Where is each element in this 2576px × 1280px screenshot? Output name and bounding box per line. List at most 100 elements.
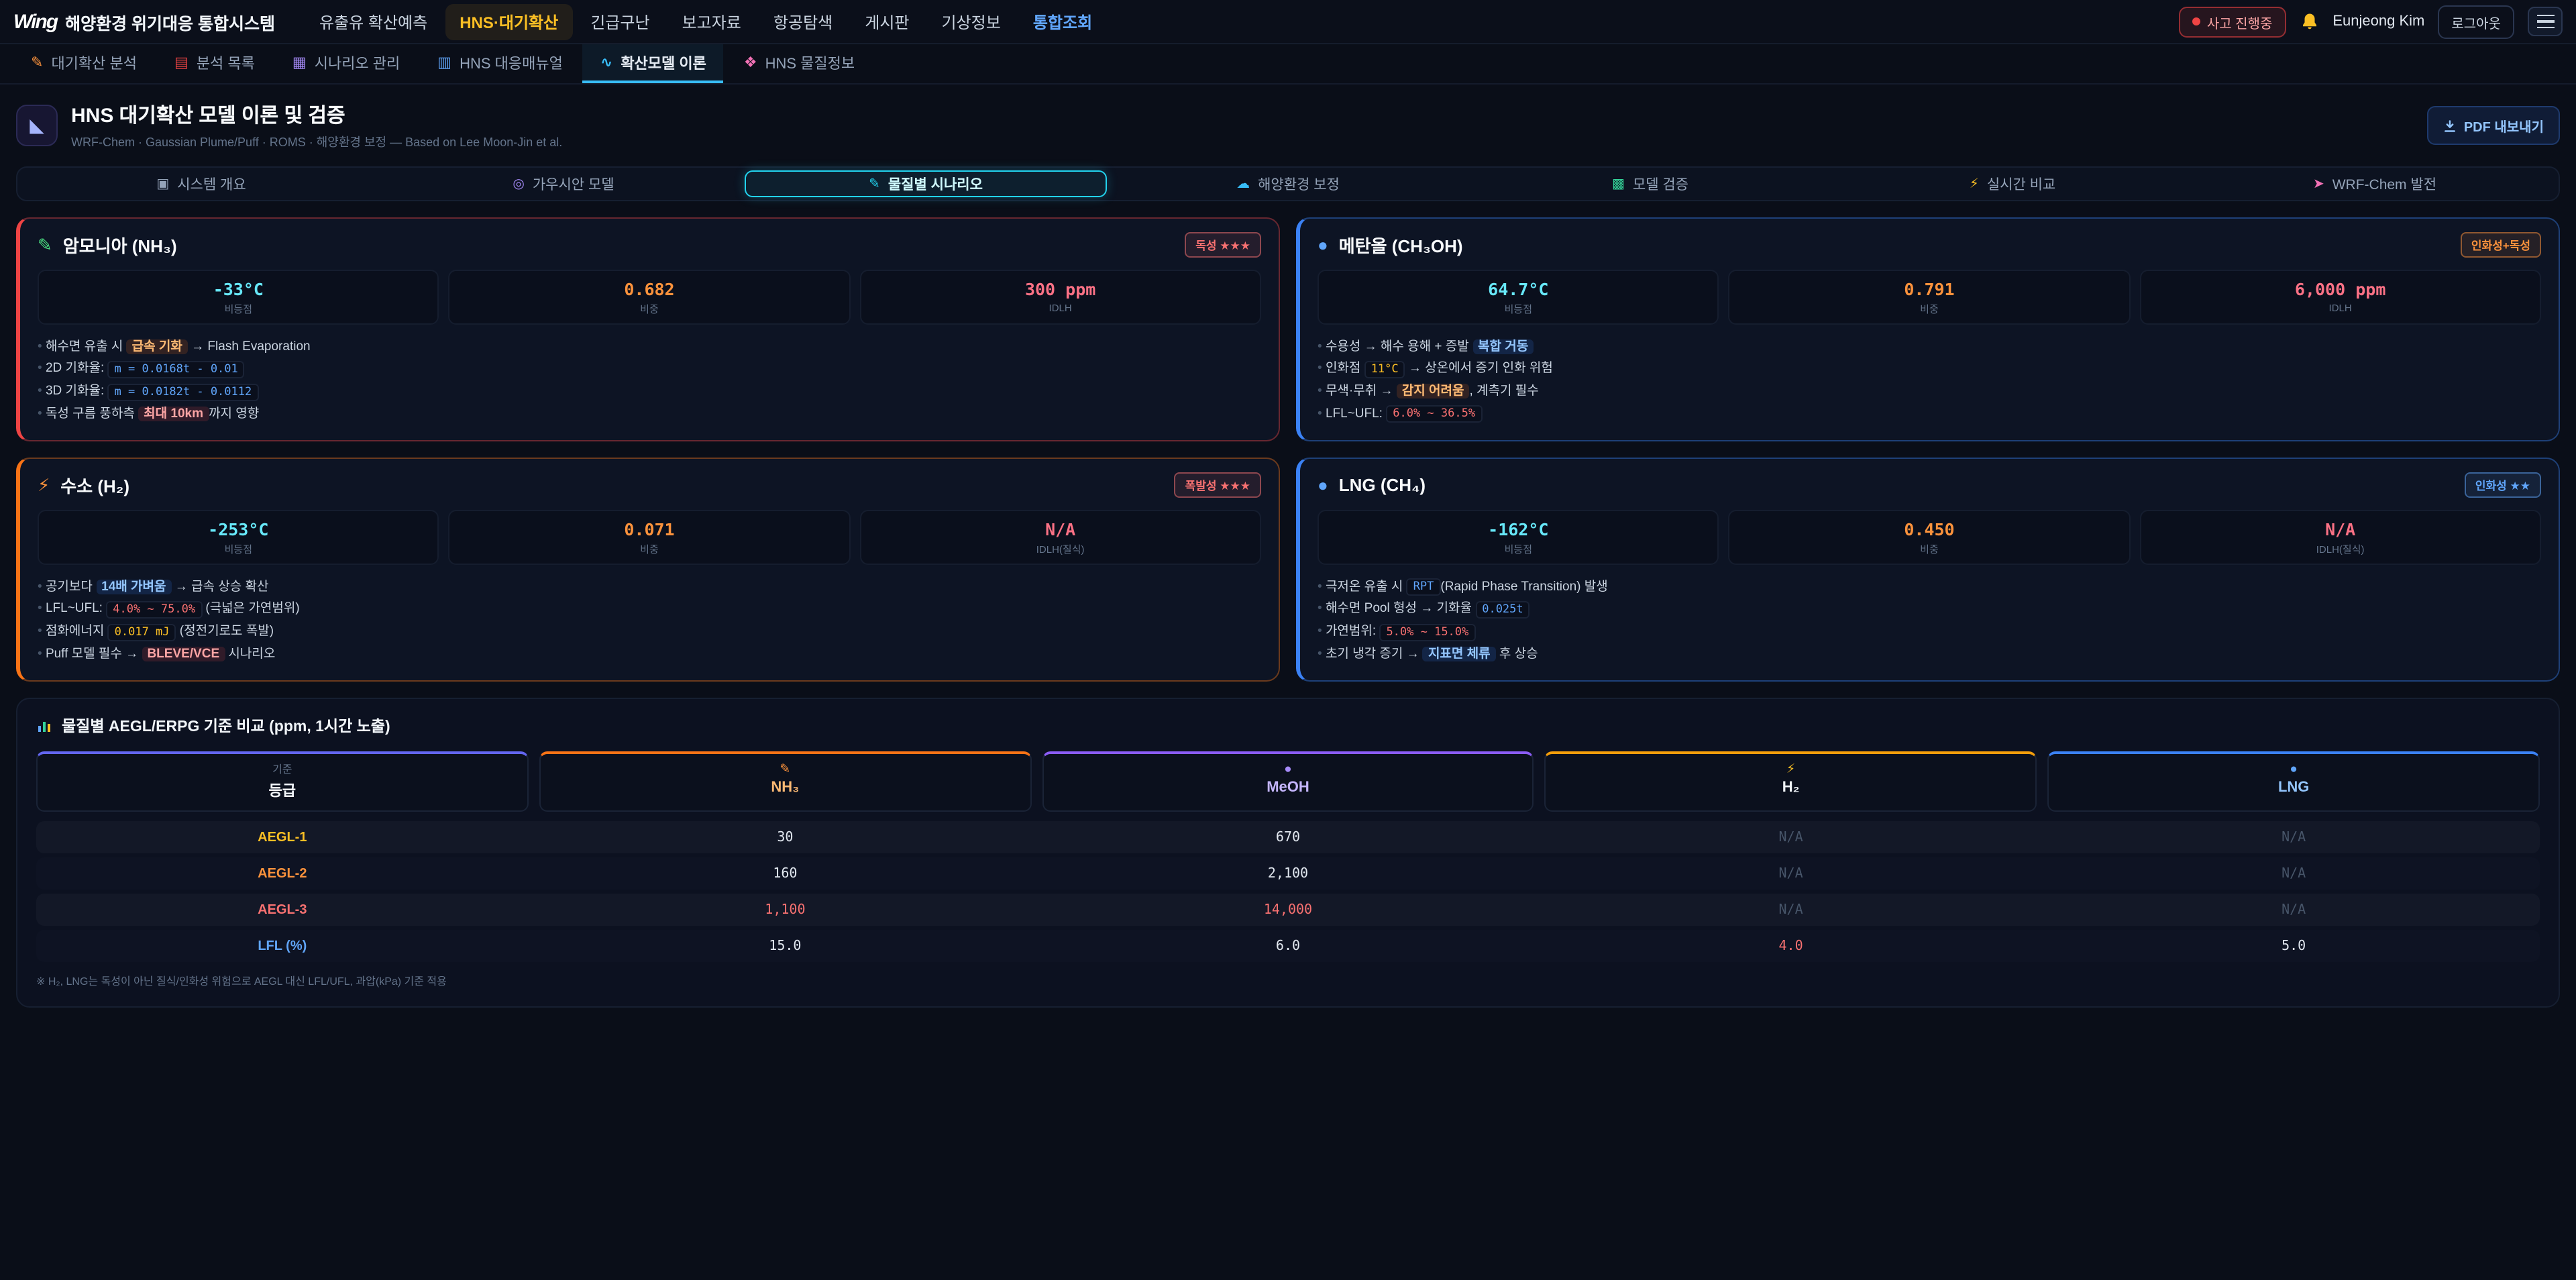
stat-label: IDLH	[2146, 302, 2534, 314]
subnav-tab-대기확산 분석[interactable]: ✎대기확산 분석	[13, 44, 154, 83]
section-tab-모델 검증[interactable]: ▩모델 검증	[1469, 170, 1831, 197]
section-tab-물질별 시나리오[interactable]: ✎물질별 시나리오	[745, 170, 1107, 197]
section-tab-실시간 비교[interactable]: ⚡실시간 비교	[1831, 170, 2194, 197]
bullet-item: 점화에너지 0.017 mJ (정전기로도 폭발)	[38, 621, 1261, 643]
stat-label: IDLH(질식)	[866, 542, 1254, 557]
brand[interactable]: Wing 해양환경 위기대응 통합시스템	[13, 9, 275, 34]
table-cell: N/A	[1545, 830, 2037, 845]
subnav-tab-icon: ❖	[744, 54, 757, 71]
pdf-export-button[interactable]: PDF 내보내기	[2428, 106, 2560, 145]
table-cell: 5.0	[2047, 939, 2540, 953]
nav-item-보고자료[interactable]: 보고자료	[667, 3, 756, 40]
bullet-item: 수용성 → 해수 용해 + 증발 복합 거동	[1318, 335, 2541, 358]
subnav-tab-HNS 물질정보[interactable]: ❖HNS 물질정보	[727, 44, 872, 83]
hamburger-menu-icon[interactable]	[2528, 7, 2563, 36]
nav-item-유출유 확산예측[interactable]: 유출유 확산예측	[305, 3, 442, 40]
stat-box: 64.7°C비등점	[1318, 270, 1719, 325]
property-bullets: 극저온 유출 시 RPT(Rapid Phase Transition) 발생해…	[1318, 576, 2541, 665]
stat-value: N/A	[2146, 519, 2534, 539]
section-tab-label: 가우시안 모델	[533, 174, 614, 194]
logout-button[interactable]: 로그아웃	[2438, 5, 2514, 38]
table-column-header-NH₃: ✎NH₃	[539, 751, 1032, 812]
section-tab-bar: ▣시스템 개요 ◎ 가우시안 모델 ✎물질별 시나리오☁해양환경 보정▩모델 검증⚡실…	[16, 166, 2560, 201]
bullet-item: 해수면 Pool 형성 → 기화율 0.025t	[1318, 598, 2541, 621]
section-tab-icon: ◎	[513, 176, 524, 191]
row-label: AEGL-3	[36, 902, 529, 917]
stat-row: 64.7°C비등점0.791비중6,000 ppmIDLH	[1318, 270, 2541, 325]
chemical-card: ✎암모니아 (NH₃)독성 ★★★-33°C비등점0.682비중300 ppmI…	[16, 217, 1280, 441]
section-tab-label: 모델 검증	[1633, 174, 1688, 194]
subnav-tab-시나리오 관리[interactable]: ▦시나리오 관리	[275, 44, 417, 83]
stat-value: 0.071	[455, 519, 844, 539]
bullet-item: 공기보다 14배 가벼움 → 급속 상승 확산	[38, 576, 1261, 598]
chemical-card-header: ⚡수소 (H₂)폭발성 ★★★	[38, 472, 1261, 498]
table-cell: N/A	[1545, 866, 2037, 881]
stat-box: -253°C 비등점	[38, 510, 439, 565]
section-tab-label: 시스템 개요	[177, 174, 246, 194]
bullet-item: 해수면 유출 시 급속 기화 → Flash Evaporation	[38, 335, 1261, 358]
stat-value: 0.791	[1735, 279, 2124, 299]
subnav-tab-label: 대기확산 분석	[51, 52, 137, 73]
notification-bell-icon[interactable]	[2299, 11, 2319, 32]
bullet-item: 2D 기화율: m = 0.0168t - 0.01	[38, 358, 1261, 381]
chemical-name: LNG (CH₄)	[1339, 475, 1426, 495]
section-tab-시스템 개요[interactable]: ▣시스템 개요	[20, 170, 382, 197]
table-title: 물질별 AEGL/ERPG 기준 비교 (ppm, 1시간 노출)	[36, 715, 2540, 737]
download-icon	[2444, 119, 2457, 132]
table-header-row: 기준등급✎NH₃●MeOH⚡H₂●LNG	[36, 751, 2540, 812]
table-cell: N/A	[2047, 902, 2540, 917]
subnav-tab-label: 확산모델 이론	[621, 52, 706, 73]
page-subtitle: WRF-Chem · Gaussian Plume/Puff · ROMS · …	[71, 133, 562, 150]
subnav-tab-분석 목록[interactable]: ▤분석 목록	[157, 44, 272, 83]
section-tab-WRF-Chem 발전[interactable]: ➤ WRF-Chem 발전	[2194, 170, 2556, 197]
stat-value: -253°C	[44, 519, 433, 539]
bullet-item: 가연범위: 5.0% ~ 15.0%	[1318, 621, 2541, 643]
nav-item-통합조회[interactable]: 통합조회	[1018, 3, 1107, 40]
wing-logo-icon: Wing	[13, 10, 57, 33]
table-cell: N/A	[1545, 902, 2037, 917]
section-tab-가우시안 모델[interactable]: ◎ 가우시안 모델	[382, 170, 745, 197]
hazard-badge: 인화성 ★★	[2465, 472, 2541, 498]
ruler-icon: ◣	[16, 105, 58, 146]
hazard-badge: 폭발성 ★★★	[1175, 472, 1261, 498]
bullet-item: Puff 모델 필수 → BLEVE/VCE 시나리오	[38, 643, 1261, 666]
bullet-item: 인화점 11°C → 상온에서 증기 인화 위험	[1318, 358, 2541, 381]
table-column-header-MeOH: ●MeOH	[1042, 751, 1534, 812]
stat-label: 비중	[1735, 302, 2124, 317]
row-label: AEGL-1	[36, 830, 529, 845]
hazard-badge: 인화성+독성	[2461, 232, 2541, 258]
nav-item-HNS·대기확산[interactable]: HNS·대기확산	[445, 3, 573, 40]
stat-box: N/AIDLH(질식)	[2139, 510, 2541, 565]
stat-value: -33°C	[44, 279, 433, 299]
nav-item-긴급구난[interactable]: 긴급구난	[576, 3, 664, 40]
subnav-tab-label: 분석 목록	[197, 52, 255, 73]
table-cell: 670	[1042, 830, 1534, 845]
column-header-icon: ●	[1049, 762, 1527, 777]
stat-box: 0.450비중	[1729, 510, 2131, 565]
stat-value: 300 ppm	[866, 279, 1254, 299]
nav-item-게시판[interactable]: 게시판	[850, 3, 924, 40]
section-tab-label: WRF-Chem 발전	[2332, 174, 2436, 194]
subnav-tab-HNS 대응매뉴얼[interactable]: ▥HNS 대응매뉴얼	[420, 44, 580, 83]
section-tab-해양환경 보정[interactable]: ☁해양환경 보정	[1107, 170, 1469, 197]
table-cell: 15.0	[539, 939, 1032, 953]
column-header-label: LNG	[2054, 780, 2533, 796]
property-bullets: 해수면 유출 시 급속 기화 → Flash Evaporation2D 기화율…	[38, 335, 1261, 425]
stat-value: -162°C	[1324, 519, 1713, 539]
table-cell: N/A	[2047, 830, 2540, 845]
stat-label: 비중	[455, 542, 844, 557]
nav-item-항공탐색[interactable]: 항공탐색	[759, 3, 847, 40]
user-name[interactable]: Eunjeong Kim	[2332, 13, 2424, 30]
table-cell: 6.0	[1042, 939, 1534, 953]
column-header-icon: ⚡	[1552, 762, 2031, 777]
property-bullets: 공기보다 14배 가벼움 → 급속 상승 확산LFL~UFL: 4.0% ~ 7…	[38, 576, 1261, 665]
subnav-tab-확산모델 이론[interactable]: ∿확산모델 이론	[583, 44, 724, 83]
stat-label: 비등점	[44, 542, 433, 557]
stat-label: 비등점	[44, 302, 433, 317]
main-nav-menu: 유출유 확산예측HNS·대기확산긴급구난보고자료항공탐색게시판기상정보통합조회	[305, 3, 2174, 40]
table-column-header-H₂: ⚡H₂	[1545, 751, 2037, 812]
table-row-AEGL-2: AEGL-21602,100N/AN/A	[36, 857, 2540, 890]
navbar-right: 사고 진행중 Eunjeong Kim 로그아웃	[2179, 5, 2563, 38]
nav-item-기상정보[interactable]: 기상정보	[927, 3, 1016, 40]
section-tab-icon: ➤	[2313, 176, 2324, 191]
